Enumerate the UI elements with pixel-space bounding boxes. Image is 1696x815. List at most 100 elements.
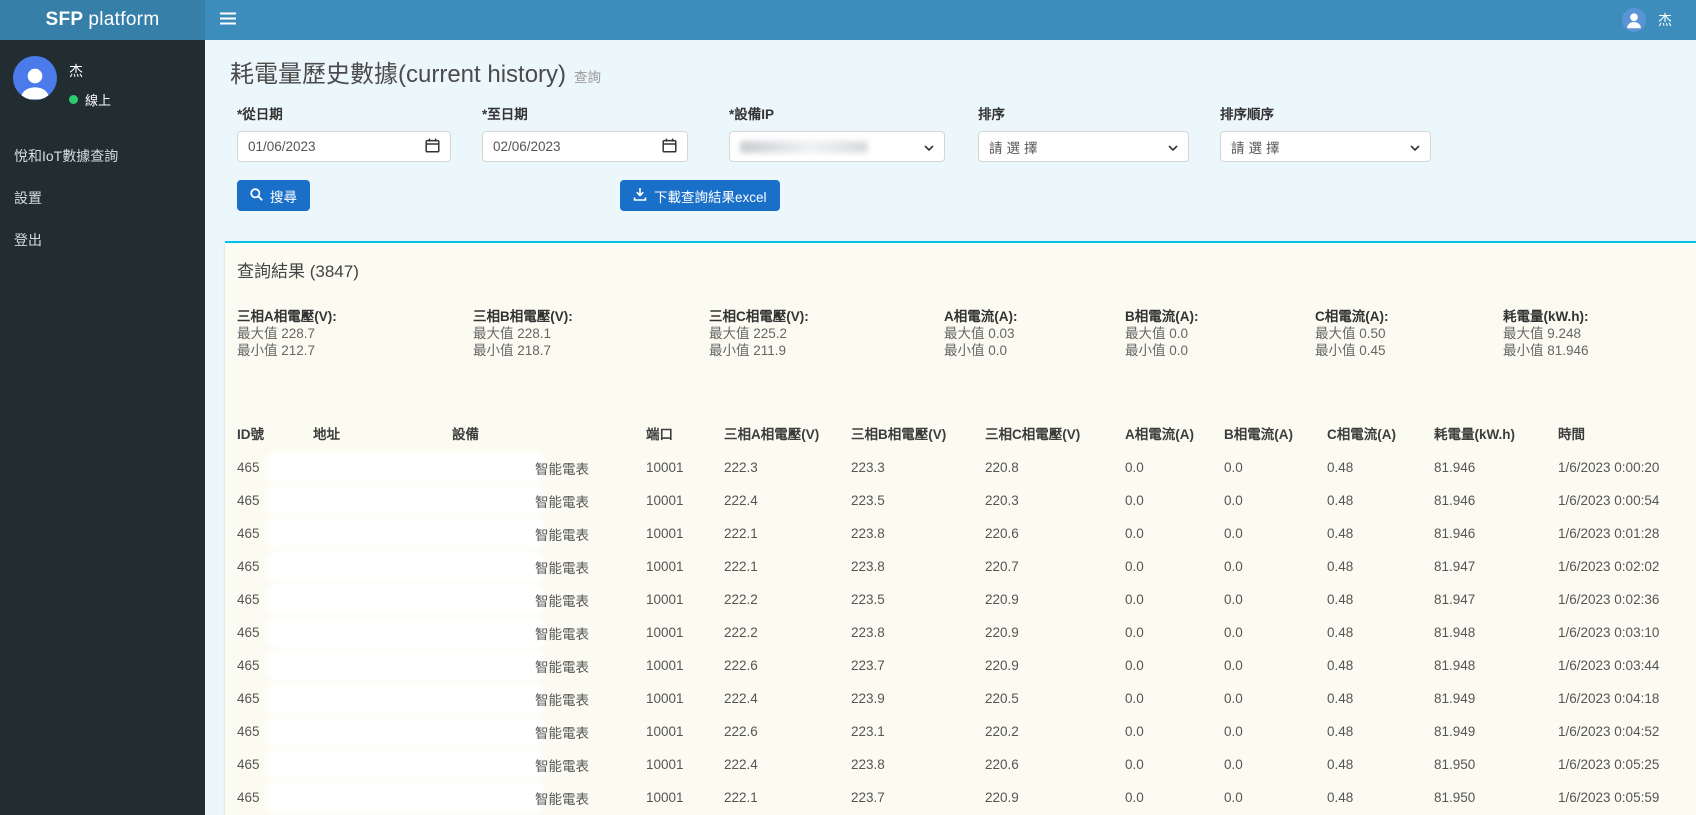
stat-column: 耗電量(kW.h): 最大值 9.248 最小值 81.946 — [1503, 308, 1696, 359]
table-row: 465 智能電表 10001 222.4 223.9 220.5 0.0 0.0 0.48 81.… — [237, 682, 1696, 715]
cell-device: 智能電表 — [535, 461, 589, 477]
cell-time: 1/6/2023 0:04:18 — [1558, 691, 1660, 706]
device-ip-redacted-value — [740, 140, 868, 153]
cell-voltage-b: 223.3 — [851, 460, 885, 475]
stat-max-value: 最大值 9.248 — [1503, 326, 1582, 341]
sidebar-user-panel: 杰 線上 — [0, 40, 205, 127]
cell-address — [270, 682, 541, 715]
stat-min-value: 最小值 0.0 — [944, 343, 1008, 358]
cell-current-c: 0.48 — [1327, 691, 1354, 706]
cell-address — [270, 715, 541, 748]
from-date-label: *從日期 — [237, 107, 283, 122]
cell-address — [270, 517, 541, 550]
sort-order-label: 排序順序 — [1220, 107, 1274, 122]
hamburger-icon — [220, 12, 236, 28]
main-content: 耗電量歷史數據(current history) 查詢 *從日期 01/06/20… — [205, 40, 1696, 815]
device-ip-select[interactable] — [729, 131, 945, 162]
user-avatar-icon[interactable] — [1622, 8, 1646, 32]
cell-voltage-c: 220.6 — [985, 757, 1019, 772]
cell-current-a: 0.0 — [1125, 757, 1144, 772]
cell-voltage-c: 220.7 — [985, 559, 1019, 574]
sort-order-select[interactable]: 請選擇 — [1220, 131, 1431, 162]
stat-column: C相電流(A): 最大值 0.50 最小值 0.45 — [1315, 308, 1503, 359]
cell-device: 智能電表 — [535, 494, 589, 510]
cell-voltage-b: 223.9 — [851, 691, 885, 706]
cell-voltage-a: 222.2 — [724, 592, 758, 607]
cell-address — [270, 748, 541, 781]
cell-voltage-b: 223.8 — [851, 559, 885, 574]
cell-current-a: 0.0 — [1125, 592, 1144, 607]
stat-label: B相電流(A): — [1125, 309, 1199, 324]
sort-selected-value: 請選擇 — [989, 140, 1042, 156]
cell-current-c: 0.48 — [1327, 658, 1354, 673]
results-tbody: 465 智能電表 10001 222.3 223.3 220.8 0.0 0.0 0.48 81.… — [237, 451, 1696, 815]
cell-kwh: 81.949 — [1434, 724, 1476, 739]
stat-min-value: 最小值 81.946 — [1503, 343, 1589, 358]
stat-max-value: 最大值 225.2 — [709, 326, 788, 341]
cell-current-c: 0.48 — [1327, 526, 1354, 541]
cell-time: 1/6/2023 0:00:20 — [1558, 460, 1660, 475]
column-header: C相電流(A) — [1327, 427, 1396, 442]
cell-voltage-c: 220.5 — [985, 691, 1019, 706]
cell-time: 1/6/2023 0:05:25 — [1558, 757, 1660, 772]
column-header: 地址 — [313, 427, 340, 442]
navbar-user-name[interactable]: 杰 — [1658, 10, 1672, 30]
to-date-input[interactable]: 02/06/2023 — [482, 131, 688, 162]
cell-current-a: 0.0 — [1125, 691, 1144, 706]
cell-voltage-c: 220.6 — [985, 526, 1019, 541]
cell-time: 1/6/2023 0:00:54 — [1558, 493, 1660, 508]
table-row: 465 智能電表 10001 222.6 223.1 220.2 0.0 0.0 0.48 81.… — [237, 715, 1696, 748]
cell-port: 10001 — [646, 757, 684, 772]
column-header: A相電流(A) — [1125, 427, 1194, 442]
search-button-label: 搜尋 — [270, 189, 297, 205]
cell-voltage-c: 220.9 — [985, 790, 1019, 805]
cell-voltage-a: 222.1 — [724, 559, 758, 574]
stat-column: 三相A相電壓(V): 最大值 228.7 最小值 212.7 — [237, 308, 473, 359]
cell-current-b: 0.0 — [1224, 592, 1243, 607]
stat-column: B相電流(A): 最大值 0.0 最小值 0.0 — [1125, 308, 1315, 359]
cell-port: 10001 — [646, 526, 684, 541]
cell-voltage-b: 223.5 — [851, 493, 885, 508]
cell-current-a: 0.0 — [1125, 658, 1144, 673]
cell-kwh: 81.950 — [1434, 757, 1476, 772]
column-header: 三相B相電壓(V) — [851, 427, 947, 442]
page-title: 耗電量歷史數據(current history) 查詢 — [230, 54, 1696, 89]
stats-row: 三相A相電壓(V): 最大值 228.7 最小值 212.7 三相B相電壓(V): 最大… — [237, 308, 1696, 359]
to-date-value: 02/06/2023 — [493, 139, 561, 154]
from-date-input[interactable]: 01/06/2023 — [237, 131, 451, 162]
cell-current-a: 0.0 — [1125, 625, 1144, 640]
cell-address — [270, 781, 541, 814]
cell-time: 1/6/2023 0:02:36 — [1558, 592, 1660, 607]
cell-voltage-b: 223.8 — [851, 625, 885, 640]
cell-current-a: 0.0 — [1125, 526, 1144, 541]
table-row: 465 智能電表 10001 222.1 223.7 220.9 0.0 0.0 0.48 81.… — [237, 781, 1696, 814]
device-ip-label: *設備IP — [729, 107, 775, 122]
cell-voltage-a: 222.1 — [724, 790, 758, 805]
calendar-icon[interactable] — [662, 138, 677, 156]
stat-min-value: 最小值 0.0 — [1125, 343, 1189, 358]
stat-label: C相電流(A): — [1315, 309, 1389, 324]
sidebar-item-settings[interactable]: 設置 — [0, 177, 205, 219]
cell-time: 1/6/2023 0:01:28 — [1558, 526, 1660, 541]
cell-voltage-c: 220.2 — [985, 724, 1019, 739]
cell-current-b: 0.0 — [1224, 790, 1243, 805]
sidebar-toggle-button[interactable] — [205, 0, 251, 40]
sidebar-menu: 悅和IoT數據查詢 設置 登出 — [0, 135, 205, 261]
sidebar-item-iot-query[interactable]: 悅和IoT數據查詢 — [0, 135, 205, 177]
user-status-label: 線上 — [85, 93, 112, 108]
cell-voltage-a: 222.3 — [724, 460, 758, 475]
cell-kwh: 81.946 — [1434, 493, 1476, 508]
cell-current-c: 0.48 — [1327, 790, 1354, 805]
table-row: 465 智能電表 10001 222.6 223.7 220.9 0.0 0.0 0.48 81.… — [237, 649, 1696, 682]
download-excel-button[interactable]: 下載查詢結果excel — [620, 180, 780, 211]
cell-port: 10001 — [646, 559, 684, 574]
sort-select[interactable]: 請選擇 — [978, 131, 1189, 162]
search-button[interactable]: 搜尋 — [237, 180, 310, 211]
brand-logo[interactable]: SFP platform — [0, 0, 205, 40]
cell-current-b: 0.0 — [1224, 526, 1243, 541]
top-navbar: SFP platform 杰 登出 — [0, 0, 1696, 40]
calendar-icon[interactable] — [425, 138, 440, 156]
sidebar-item-logout[interactable]: 登出 — [0, 219, 205, 261]
cell-address — [270, 616, 541, 649]
cell-kwh: 81.949 — [1434, 691, 1476, 706]
